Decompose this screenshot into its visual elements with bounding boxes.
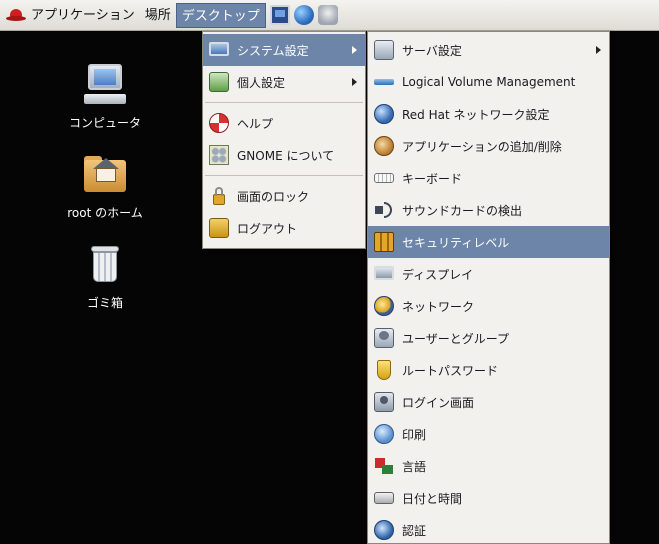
menu-item-help[interactable]: ヘルプ: [203, 107, 365, 139]
submenu-arrow-icon: [352, 78, 357, 86]
help-lifebuoy-icon: [209, 113, 229, 133]
menu-separator: [205, 102, 363, 103]
desktop-icon-computer[interactable]: コンピュータ: [50, 62, 160, 131]
menu-item-redhat-network[interactable]: Red Hat ネットワーク設定: [368, 98, 609, 130]
trash-icon: [82, 242, 128, 288]
menu-item-personal-settings[interactable]: 個人設定: [203, 66, 365, 98]
keyboard-icon: [374, 168, 394, 188]
places-menu[interactable]: 場所: [140, 3, 176, 28]
menu-item-login-screen[interactable]: ログイン画面: [368, 386, 609, 418]
logout-icon: [209, 218, 229, 238]
login-screen-icon: [374, 392, 394, 412]
lvm-icon: [374, 72, 394, 92]
menu-separator: [205, 175, 363, 176]
home-folder-icon: [82, 152, 128, 198]
applications-menu[interactable]: アプリケーション: [26, 3, 140, 28]
email-launcher-icon[interactable]: [317, 5, 338, 25]
users-groups-icon: [374, 328, 394, 348]
menu-item-label: ルートパスワード: [402, 363, 499, 378]
system-settings-submenu: サーバ設定 Logical Volume Management Red Hat …: [367, 31, 610, 544]
menu-item-label: ユーザーとグループ: [402, 331, 510, 346]
submenu-arrow-icon: [352, 46, 357, 54]
menu-item-about-gnome[interactable]: GNOME について: [203, 139, 365, 171]
menu-item-label: ディスプレイ: [402, 267, 474, 282]
date-time-icon: [374, 488, 394, 508]
menu-item-label: Logical Volume Management: [402, 75, 576, 89]
desktop-icon-label: ゴミ箱: [86, 296, 123, 310]
menu-item-logout[interactable]: ログアウト: [203, 212, 365, 244]
language-flags-icon: [374, 456, 394, 476]
menu-item-label: サーバ設定: [402, 43, 462, 58]
menu-item-label: ヘルプ: [237, 116, 274, 131]
desktop-icon-trash[interactable]: ゴミ箱: [50, 242, 160, 311]
personal-settings-icon: [209, 72, 229, 92]
authentication-icon: [374, 520, 394, 540]
printer-icon: [374, 424, 394, 444]
desktop-dropdown-menu: システム設定 個人設定 ヘルプ GNOME について 画面のロック ログアウト: [202, 31, 366, 249]
desktop-icon-label: コンピュータ: [68, 116, 141, 130]
redhat-logo-icon[interactable]: [6, 7, 26, 23]
menu-item-printing[interactable]: 印刷: [368, 418, 609, 450]
web-browser-launcher-icon[interactable]: [293, 5, 314, 25]
menu-item-lock-screen[interactable]: 画面のロック: [203, 180, 365, 212]
lock-icon: [209, 186, 229, 206]
top-panel: アプリケーション 場所 デスクトップ: [0, 0, 659, 31]
desktop-menu[interactable]: デスクトップ: [175, 2, 266, 28]
menu-item-label: セキュリティレベル: [402, 235, 510, 250]
menu-item-add-remove-apps[interactable]: アプリケーションの追加/削除: [368, 130, 609, 162]
menu-item-label: 個人設定: [237, 75, 286, 90]
menu-item-network[interactable]: ネットワーク: [368, 290, 609, 322]
menu-item-label: キーボード: [402, 171, 463, 186]
menu-item-language[interactable]: 言語: [368, 450, 609, 482]
menu-item-display[interactable]: ディスプレイ: [368, 258, 609, 290]
desktop-icon-label: root のホーム: [67, 206, 143, 220]
menu-item-keyboard[interactable]: キーボード: [368, 162, 609, 194]
display-monitor-icon: [374, 264, 394, 284]
shield-icon: [374, 360, 394, 380]
menu-item-authentication[interactable]: 認証: [368, 514, 609, 544]
terminal-launcher-icon[interactable]: [269, 5, 290, 25]
menu-item-label: 印刷: [402, 427, 427, 442]
menu-item-users-groups[interactable]: ユーザーとグループ: [368, 322, 609, 354]
menu-item-label: アプリケーションの追加/削除: [402, 139, 562, 154]
menu-item-date-time[interactable]: 日付と時間: [368, 482, 609, 514]
security-firewall-icon: [374, 232, 394, 252]
network-icon: [374, 296, 394, 316]
menu-item-label: 認証: [402, 523, 427, 538]
menu-item-label: ネットワーク: [402, 299, 475, 314]
menu-item-label: 言語: [402, 459, 427, 474]
gnome-foot-icon: [209, 145, 229, 165]
network-settings-icon: [374, 104, 394, 124]
menu-item-system-settings[interactable]: システム設定: [203, 34, 365, 66]
menu-item-server-settings[interactable]: サーバ設定: [368, 34, 609, 66]
desktop-icon-home[interactable]: root のホーム: [50, 152, 160, 221]
menu-item-label: ログアウト: [237, 221, 298, 236]
menu-item-label: 画面のロック: [237, 189, 310, 204]
menu-item-root-password[interactable]: ルートパスワード: [368, 354, 609, 386]
menu-item-label: GNOME について: [237, 148, 335, 163]
package-icon: [374, 136, 394, 156]
menu-item-sound-card[interactable]: サウンドカードの検出: [368, 194, 609, 226]
menu-item-label: Red Hat ネットワーク設定: [402, 107, 550, 122]
menu-item-label: 日付と時間: [402, 491, 463, 506]
menu-item-security-level[interactable]: セキュリティレベル: [368, 226, 609, 258]
speaker-icon: [374, 200, 394, 220]
server-settings-icon: [374, 40, 394, 60]
submenu-arrow-icon: [596, 46, 601, 54]
menu-item-label: システム設定: [237, 43, 309, 58]
system-settings-icon: [209, 40, 229, 60]
menu-item-label: ログイン画面: [402, 395, 475, 410]
menu-item-lvm[interactable]: Logical Volume Management: [368, 66, 609, 98]
computer-icon: [82, 62, 128, 108]
menu-item-label: サウンドカードの検出: [402, 203, 523, 218]
